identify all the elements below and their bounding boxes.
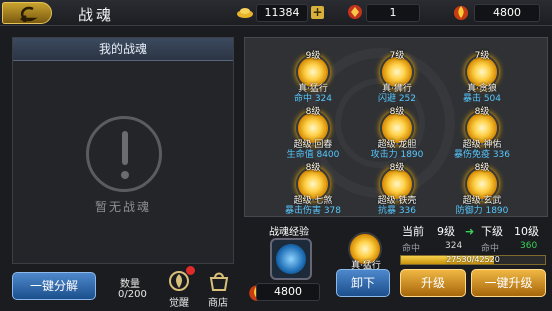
gold-ingot-icon — [237, 8, 253, 18]
equipped-souls-panel: 9级 真·猛行 命中 324 7级 真·狮行 闪避 252 7级 真·贪狼 暴击… — [244, 37, 548, 217]
next-stat-name: 命中 — [481, 244, 500, 254]
current-level: 9级 — [437, 225, 455, 238]
one-click-upgrade-button[interactable]: 一键升级 — [471, 269, 546, 297]
soul-slot[interactable]: 8级 超级·玄武 防御力 1890 — [443, 155, 523, 216]
exp-progress-text: 27530/42520 — [446, 255, 500, 264]
soul-exp-label: 战魂经验 — [269, 227, 309, 238]
back-arrow-icon — [19, 6, 38, 22]
shop-button[interactable] — [206, 268, 232, 294]
gold-amount: 11384 — [256, 4, 308, 22]
soul-token-icon — [348, 5, 362, 19]
soul-slot[interactable]: 8级 超级·神佑 暴伤免疫 336 — [443, 99, 523, 160]
upgrade-cost: 4800 — [256, 283, 320, 301]
upgrade-button[interactable]: 升级 — [400, 269, 466, 297]
back-button[interactable] — [2, 2, 52, 24]
notification-dot — [186, 266, 195, 275]
bottom-left-controls: 一键分解 数量 0/200 觉醒 商店 — [0, 264, 244, 311]
soul-slot[interactable]: 8级 超级·铁壳 抗暴 336 — [358, 155, 438, 216]
top-bar: 战魂 11384 + 1 4800 — [0, 0, 552, 26]
awaken-button[interactable] — [166, 266, 195, 294]
soul-token-amount: 1 — [366, 4, 420, 22]
next-stat-value: 360 — [520, 241, 538, 251]
soul-exp-icon[interactable] — [270, 238, 312, 280]
soul-slot[interactable]: 8级 超级·七煞 暴击伤害 378 — [274, 155, 354, 216]
awaken-label: 觉醒 — [169, 298, 189, 309]
soul-slot[interactable]: 7级 真·狮行 闪避 252 — [358, 43, 438, 104]
page-title: 战魂 — [78, 6, 115, 24]
unload-button[interactable]: 卸下 — [336, 269, 390, 297]
exp-progress-bar: 27530/42520 — [400, 255, 546, 265]
count-label: 数量 — [120, 279, 140, 290]
current-label: 当前 — [402, 225, 424, 238]
shop-icon — [209, 272, 229, 291]
next-level: 10级 — [514, 225, 539, 238]
soul-slot[interactable]: 8级 超级·龙胆 攻击力 1890 — [358, 99, 438, 160]
add-gold-button[interactable]: + — [311, 6, 324, 19]
shop-label: 商店 — [208, 298, 228, 309]
stat-name: 命中 — [402, 244, 421, 254]
soul-slot[interactable]: 7级 真·贪狼 暴击 504 — [443, 43, 523, 104]
current-stat-value: 324 — [445, 241, 463, 251]
flame-crystal-amount: 4800 — [474, 4, 540, 22]
empty-text: 暂无战魂 — [94, 200, 151, 214]
my-souls-title: 我的战魂 — [13, 38, 233, 61]
my-souls-panel: 我的战魂 暂无战魂 — [12, 37, 234, 264]
one-click-decompose-button[interactable]: 一键分解 — [12, 272, 96, 300]
next-label: 下级 — [481, 225, 503, 238]
count-value: 0/200 — [118, 289, 147, 300]
soul-slot[interactable]: 9级 真·猛行 命中 324 — [274, 43, 354, 104]
soul-slot[interactable]: 8级 超级·回春 生命值 8400 — [274, 99, 354, 160]
next-arrow-icon: ➜ — [465, 225, 475, 238]
flame-crystal-icon — [454, 6, 468, 20]
empty-warning-icon — [86, 116, 162, 192]
